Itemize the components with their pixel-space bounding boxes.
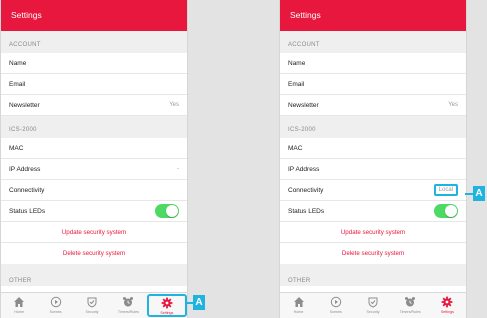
tab-bar: Home Scenes Security Timers/Rules Settin…: [1, 292, 187, 318]
row-label: IP Address: [9, 165, 41, 173]
row-label: Newsletter: [9, 101, 40, 109]
play-circle-icon: [50, 296, 61, 308]
tab-label: Security: [85, 310, 99, 314]
callout-badge-a: A: [473, 186, 485, 201]
alarm-clock-icon: [405, 297, 416, 307]
connectivity-value-local[interactable]: Local: [433, 184, 458, 196]
tab-security[interactable]: Security: [354, 293, 391, 318]
settings-list[interactable]: ACCOUNT Name Email Newsletter Yes ICS-20…: [280, 31, 466, 292]
tab-label: Settings: [440, 310, 454, 314]
update-security-button[interactable]: Update security system: [280, 222, 466, 243]
tab-security[interactable]: Security: [74, 293, 110, 318]
row-value: Yes: [169, 102, 179, 108]
row-label: IP Address: [288, 165, 320, 173]
section-account: ACCOUNT: [1, 31, 187, 53]
tab-label: Security: [366, 310, 380, 314]
tab-label: Timers/Rules: [117, 310, 139, 314]
row-label: Status LEDs: [9, 207, 46, 215]
row-label: Name: [288, 59, 306, 67]
callout-connector: [186, 302, 193, 304]
tab-scenes[interactable]: Scenes: [317, 293, 354, 318]
phone-screen-right: Settings ACCOUNT Name Email Newsletter Y…: [279, 0, 467, 318]
tab-label: Settings: [160, 311, 174, 315]
section-other: OTHER: [280, 264, 466, 286]
tab-settings[interactable]: Settings: [429, 293, 466, 318]
settings-list[interactable]: ACCOUNT Name Email Newsletter Yes ICS-20…: [1, 31, 187, 292]
row-name[interactable]: Name: [280, 53, 466, 74]
home-icon: [14, 297, 25, 307]
tab-home[interactable]: Home: [280, 293, 317, 318]
row-ip-address[interactable]: IP Address -: [1, 159, 187, 180]
shield-check-icon: [87, 297, 97, 308]
gear-icon: [442, 296, 453, 308]
tab-label: Scenes: [49, 310, 62, 314]
tab-timers-rules[interactable]: Timers/Rules: [110, 293, 146, 318]
section-account: ACCOUNT: [280, 31, 466, 53]
row-label: Email: [288, 80, 305, 88]
shield-check-icon: [368, 297, 378, 308]
tab-label: Home: [14, 310, 24, 314]
row-status-leds: Status LEDs: [1, 201, 187, 222]
row-newsletter[interactable]: Newsletter Yes: [1, 95, 187, 116]
row-value: Yes: [448, 102, 458, 108]
row-mac[interactable]: MAC: [1, 138, 187, 159]
row-email[interactable]: Email: [280, 74, 466, 95]
row-label: Email: [9, 80, 26, 88]
alarm-clock-icon: [123, 297, 134, 307]
home-icon: [293, 297, 304, 307]
phone-screen-left: Settings ACCOUNT Name Email Newsletter Y…: [0, 0, 188, 318]
row-label: MAC: [9, 144, 24, 152]
toggle-knob: [445, 205, 457, 217]
row-name[interactable]: Name: [1, 53, 187, 74]
row-connectivity[interactable]: Connectivity: [1, 180, 187, 201]
row-newsletter[interactable]: Newsletter Yes: [280, 95, 466, 116]
row-label: Name: [9, 59, 27, 67]
row-label: MAC: [288, 144, 303, 152]
tab-label: Scenes: [329, 310, 342, 314]
tab-timers-rules[interactable]: Timers/Rules: [392, 293, 429, 318]
update-security-button[interactable]: Update security system: [1, 222, 187, 243]
delete-security-button[interactable]: Delete security system: [280, 243, 466, 264]
row-label: Connectivity: [9, 186, 45, 194]
tab-settings[interactable]: Settings: [146, 294, 187, 317]
tab-home[interactable]: Home: [1, 293, 37, 318]
row-ip-address[interactable]: IP Address: [280, 159, 466, 180]
section-ics: ICS-2000: [280, 116, 466, 138]
header-title: Settings: [1, 0, 187, 31]
play-circle-icon: [330, 296, 341, 308]
row-label: Status LEDs: [288, 207, 325, 215]
row-label: Connectivity: [288, 186, 324, 194]
row-label: Newsletter: [288, 101, 319, 109]
row-value: -: [177, 166, 179, 172]
callout-connector: [465, 193, 473, 195]
gear-icon: [161, 297, 173, 309]
row-mac[interactable]: MAC: [280, 138, 466, 159]
row-status-leds: Status LEDs: [280, 201, 466, 222]
callout-badge-a: A: [193, 295, 205, 310]
delete-security-button[interactable]: Delete security system: [1, 243, 187, 264]
row-email[interactable]: Email: [1, 74, 187, 95]
tab-label: Home: [293, 310, 304, 314]
toggle-knob: [166, 205, 178, 217]
status-leds-toggle[interactable]: [155, 204, 179, 218]
header-title: Settings: [280, 0, 466, 31]
tab-bar: Home Scenes Security Timers/Rules Settin…: [280, 292, 466, 318]
section-other: OTHER: [1, 264, 187, 286]
section-ics: ICS-2000: [1, 116, 187, 138]
tab-scenes[interactable]: Scenes: [37, 293, 73, 318]
row-connectivity[interactable]: Connectivity Local: [280, 180, 466, 201]
tab-label: Timers/Rules: [399, 310, 421, 314]
status-leds-toggle[interactable]: [434, 204, 458, 218]
